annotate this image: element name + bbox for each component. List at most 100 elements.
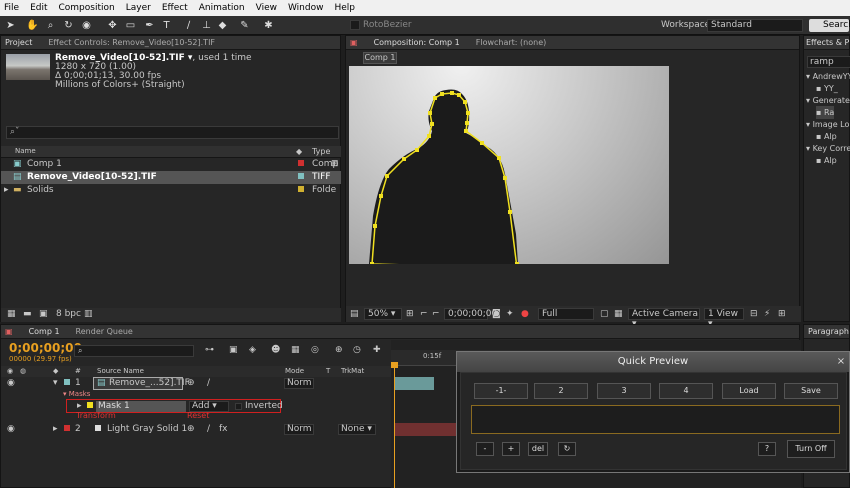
selection-tool-icon[interactable]: ➤ (4, 19, 17, 32)
fx-switch-icon[interactable]: fx (219, 423, 228, 436)
reset-link[interactable]: Reset (187, 411, 209, 421)
workspace-select[interactable]: Standard (707, 19, 803, 32)
new-folder-icon[interactable]: ▬ (23, 308, 32, 321)
pen-tool-icon[interactable]: ✒ (143, 19, 156, 32)
pan-behind-tool-icon[interactable]: ✥ (106, 19, 119, 32)
minus-button[interactable]: - (476, 442, 494, 456)
menu-animation[interactable]: Animation (199, 3, 245, 13)
transparency-grid-icon[interactable]: ▦ (614, 308, 623, 321)
draft-3d-icon[interactable]: ◈ (249, 344, 256, 357)
menu-window[interactable]: Window (288, 3, 324, 13)
comp-viewport[interactable] (349, 66, 669, 264)
menu-effect[interactable]: Effect (162, 3, 188, 13)
project-item[interactable]: ▤ Remove_Video[10-52].TIF TIFF (1, 171, 341, 184)
rotate-tool-icon[interactable]: ↻ (62, 19, 75, 32)
eye-icon[interactable]: ◉ (7, 423, 15, 436)
plus-button[interactable]: + (502, 442, 520, 456)
turn-off-button[interactable]: Turn Off (787, 440, 835, 458)
quality-switch-icon[interactable]: ∕ (207, 423, 210, 436)
preview-slot-3-button[interactable]: 3 (597, 383, 651, 399)
close-icon[interactable]: ▣ (5, 327, 13, 336)
tab-composition[interactable]: Composition: Comp 1 (374, 38, 460, 47)
text-tool-icon[interactable]: T (160, 19, 173, 32)
zoom-tool-icon[interactable]: ⌕ (44, 19, 57, 32)
menu-composition[interactable]: Composition (59, 3, 115, 13)
camera-select[interactable]: Active Camera ▾ (628, 308, 700, 329)
tab-flowchart[interactable]: Flowchart: (none) (476, 38, 547, 47)
flowchart-icon[interactable]: ⊞ (331, 158, 339, 171)
effects-search-input[interactable]: ramp (807, 56, 850, 68)
col-name[interactable]: Name (15, 145, 36, 158)
masks-group[interactable]: ▾ Masks (63, 389, 90, 399)
inverted-checkbox[interactable] (235, 403, 242, 410)
current-time[interactable]: 0;00;00;00 (444, 308, 497, 320)
graph-editor-icon[interactable]: ⊕ (335, 344, 343, 357)
zoom-select[interactable]: 50% ▾ (364, 308, 402, 320)
motion-blur-icon[interactable]: ◎ (311, 344, 319, 357)
eraser-tool-icon[interactable]: ◆ (216, 19, 229, 32)
search-help-button[interactable]: Search (809, 19, 850, 32)
playhead-icon[interactable] (391, 362, 398, 368)
bpc-label[interactable]: 8 bpc (56, 308, 81, 321)
transform-group[interactable]: Transform (76, 411, 116, 421)
shy-switch-icon[interactable]: ⊕ (187, 377, 195, 390)
layer-1-bar[interactable] (394, 377, 434, 390)
toggle-mask-icon[interactable]: ⌐ (420, 308, 428, 321)
channel-icon[interactable]: ● (521, 308, 529, 321)
timeline-timecode[interactable]: 0;00;00;00 (9, 340, 82, 356)
tab-render-queue[interactable]: Render Queue (76, 327, 133, 336)
help-button[interactable]: ? (758, 442, 776, 456)
expand-triangle-icon[interactable]: ▾ (53, 377, 58, 390)
rotobezier-checkbox[interactable] (350, 20, 360, 30)
label-icon[interactable]: ◆ (296, 145, 302, 158)
effects-item[interactable]: ▪ Alp (816, 154, 837, 167)
new-composition-icon[interactable]: ▣ (39, 308, 48, 321)
quick-preview-titlebar[interactable]: Quick Preview (457, 352, 849, 372)
project-item[interactable]: ▸ ▬ Solids Folde (1, 184, 341, 197)
rectangle-tool-icon[interactable]: ▭ (124, 19, 137, 32)
interpret-footage-icon[interactable]: ▦ (7, 308, 16, 321)
menu-help[interactable]: Help (334, 3, 355, 13)
menu-layer[interactable]: Layer (126, 3, 151, 13)
pixel-aspect-icon[interactable]: ⊟ (750, 308, 758, 321)
menu-file[interactable]: File (4, 3, 19, 13)
trkmat-select[interactable]: None ▾ (338, 424, 376, 435)
preview-slot-1-button[interactable]: -1- (474, 383, 528, 399)
layer-mode-select[interactable]: Norm (284, 378, 314, 389)
tab-effects-presets[interactable]: Effects & P (806, 38, 849, 47)
layer-row-2[interactable]: ◉ ▸ 2 Light Gray Solid 1 ⊕ ∕ fx Norm Non… (1, 423, 391, 436)
stopwatch-icon[interactable]: ◷ (353, 344, 361, 357)
comp-mini-flowchart-icon[interactable]: ⊶ (205, 344, 214, 357)
load-button[interactable]: Load (722, 383, 776, 399)
refresh-button[interactable]: ↻ (558, 442, 576, 456)
menu-edit[interactable]: Edit (30, 3, 47, 13)
tab-effect-controls[interactable]: Effect Controls: Remove_Video[10-52].TIF (48, 38, 215, 47)
always-preview-icon[interactable]: ▤ (350, 308, 359, 321)
layer-row-1[interactable]: ◉ ▾ 1 ▤ Remove_...52].TIF ⊕ ∕ Norm (1, 377, 391, 390)
layer-name-box[interactable]: ▤ Remove_...52].TIF (93, 377, 190, 390)
comp-viewer-tab[interactable]: Comp 1 (363, 52, 397, 64)
delete-button[interactable]: del (528, 442, 548, 456)
preview-slot-4-button[interactable]: 4 (659, 383, 713, 399)
view-layout-select[interactable]: 1 View ▾ (704, 308, 744, 329)
layer-mode-select[interactable]: Norm (284, 424, 314, 435)
frame-blending-icon[interactable]: ▦ (291, 344, 300, 357)
tab-comp-1[interactable]: Comp 1 (29, 327, 60, 336)
puppet-tool-icon[interactable]: ✱ (262, 19, 275, 32)
roto-brush-tool-icon[interactable]: ✎ (238, 19, 251, 32)
quality-switch-icon[interactable]: ∕ (207, 377, 210, 390)
camera-tool-icon[interactable]: ◉ (80, 19, 93, 32)
menu-view[interactable]: View (256, 3, 277, 13)
tab-project[interactable]: Project (5, 38, 32, 47)
current-time-indicator[interactable] (394, 364, 395, 488)
expand-triangle-icon[interactable]: ▸ (53, 423, 58, 436)
live-update-icon[interactable]: ▣ (229, 344, 238, 357)
hand-tool-icon[interactable]: ✋ (26, 19, 39, 32)
eye-icon[interactable]: ◉ (7, 377, 15, 390)
trash-icon[interactable]: ▥ (84, 308, 93, 321)
preview-name-input[interactable] (471, 405, 840, 434)
label-swatch[interactable] (64, 423, 74, 436)
col-type[interactable]: Type (312, 145, 330, 158)
brainstorm-icon[interactable]: ✚ (373, 344, 381, 357)
clone-stamp-tool-icon[interactable]: ⊥ (200, 19, 213, 32)
